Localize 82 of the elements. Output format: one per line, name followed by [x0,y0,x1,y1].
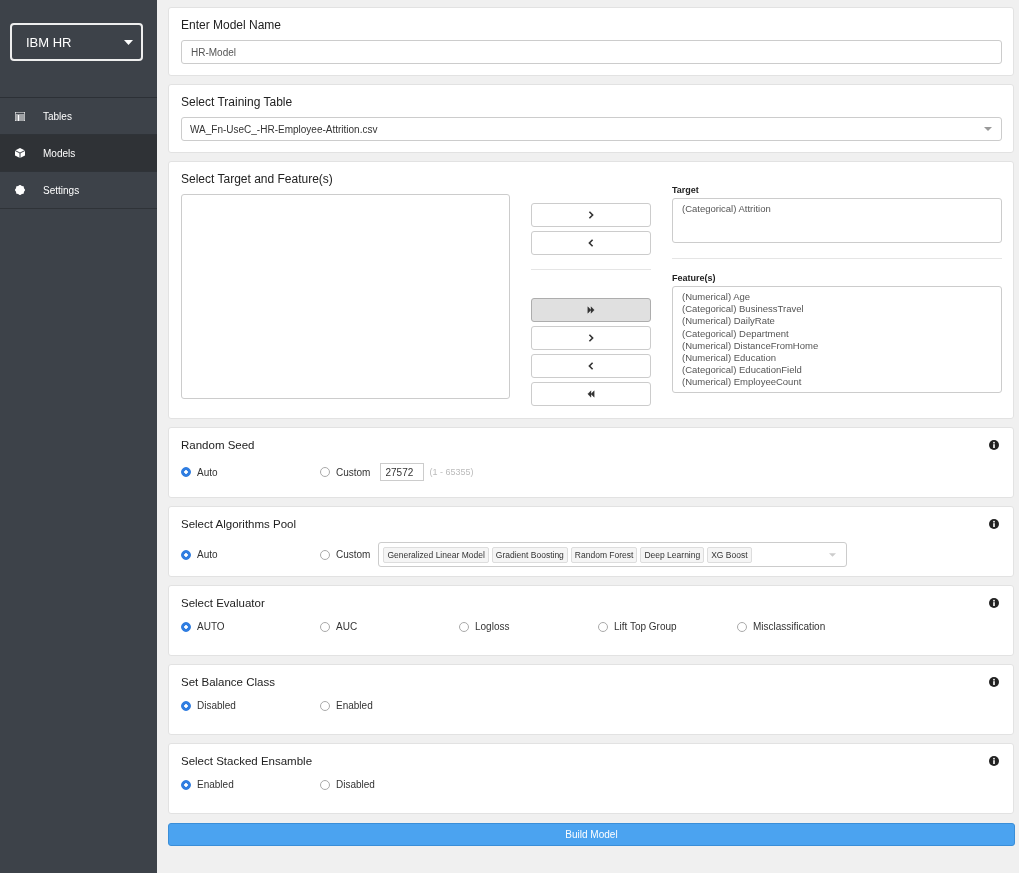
section-title: Select Algorithms Pool [181,518,297,530]
double-chevron-right-icon [587,306,595,314]
radio-option[interactable]: Custom [320,466,371,478]
workspace-dropdown[interactable]: IBM HR [10,23,143,61]
list-item[interactable]: (Numerical) DailyRate [682,315,992,328]
range-hint: (1 - 65355) [429,467,474,477]
algorithm-tag: XG Boost [707,546,752,563]
move-button[interactable] [531,382,651,406]
move-button[interactable] [531,298,651,322]
chevron-left-icon [587,362,595,370]
list-item[interactable]: (Categorical) Attrition [682,203,992,216]
list-item[interactable]: (Categorical) Department [682,327,992,340]
radio-button[interactable] [320,621,330,632]
radio-button[interactable] [181,549,191,560]
radio-button[interactable] [181,700,191,711]
list-item[interactable]: (Numerical) EmployeeCount [682,376,992,389]
info-icon [989,598,999,608]
section-title: Select Evaluator [181,597,265,609]
radio-button[interactable] [320,779,330,790]
radio-option[interactable]: Auto [181,549,218,560]
seed-field[interactable]: 27572 [380,463,425,481]
radio-option[interactable]: AUC [320,621,358,632]
list-item[interactable]: (Categorical) BusinessTravel [682,303,992,316]
settings-icon [15,185,25,195]
caret-icon [124,39,133,45]
radio-button[interactable] [737,621,747,632]
training-table-dropdown[interactable]: WA_Fn-UseC_-HR-Employee-Attrition.csv [181,117,1002,141]
features-label: Feature(s) [672,273,717,283]
double-chevron-left-icon [587,390,595,398]
radio-option[interactable]: Custom [320,549,371,560]
radio-button[interactable] [320,467,330,477]
radio-option[interactable]: Misclassification [737,621,826,632]
move-button[interactable] [531,203,651,227]
list-item[interactable]: (Categorical) EducationField [682,364,992,377]
chevron-right-icon [587,211,595,219]
section-title: Select Stacked Ensamble [181,755,313,767]
algorithm-tag: Random Forest [570,546,638,563]
chevron-right-icon [587,334,595,342]
radio-button[interactable] [181,779,191,790]
list-item[interactable]: (Numerical) Age [682,291,992,304]
sidebar-item[interactable]: Models [0,135,157,172]
radio-option[interactable]: Lift Top Group [598,621,677,632]
algorithm-tag: Generalized Linear Model [383,546,489,563]
move-button[interactable] [531,354,651,378]
radio-button[interactable] [459,621,469,632]
info-icon [989,756,999,766]
move-button[interactable] [531,326,651,350]
radio-option[interactable]: Enabled [320,700,373,711]
radio-option[interactable]: Enabled [181,779,234,790]
radio-option[interactable]: Disabled [181,700,236,711]
model-name-field[interactable]: HR-Model [181,40,1002,64]
section-title: Enter Model Name [181,18,283,32]
chevron-left-icon [587,239,595,247]
radio-option[interactable]: Auto [181,466,218,478]
algorithm-tag: Gradient Boosting [491,546,568,563]
cube-icon [15,148,25,158]
radio-option[interactable]: Disabled [320,779,375,790]
info-icon [989,440,999,450]
target-label: Target [672,185,700,195]
list-item[interactable]: (Numerical) DistanceFromHome [682,339,992,352]
radio-button[interactable] [598,621,608,632]
radio-button[interactable] [320,549,330,560]
radio-option[interactable]: Logloss [459,621,510,632]
algorithm-tag: Deep Learning [640,546,705,563]
radio-option[interactable]: AUTO [181,621,225,632]
section-title: Select Target and Feature(s) [181,172,334,186]
move-button[interactable] [531,231,651,255]
features-list[interactable]: (Numerical) Age (Categorical) BusinessTravel (Numerical) DailyRate (Categorical) Department (Numerical) DistanceFromHome (Numerical) Education (Categorical) EducationField (Numerical) EmployeeCount [672,286,1002,393]
radio-button[interactable] [181,621,191,632]
caret-icon [984,127,992,131]
algorithms-multiselect[interactable]: Generalized Linear Model Gradient Boosting Random Forest Deep Learning XG Boost [378,542,848,567]
list-item[interactable]: (Numerical) Education [682,352,992,365]
table-icon [15,111,25,121]
radio-button[interactable] [320,700,330,711]
radio-button[interactable] [181,467,191,477]
section-title: Random Seed [181,439,255,451]
section-title: Select Training Table [181,95,294,109]
info-icon [989,677,999,687]
target-list[interactable]: (Categorical) Attrition [672,198,1002,243]
section-title: Set Balance Class [181,676,275,688]
info-icon [989,519,999,529]
caret-icon [829,552,837,557]
